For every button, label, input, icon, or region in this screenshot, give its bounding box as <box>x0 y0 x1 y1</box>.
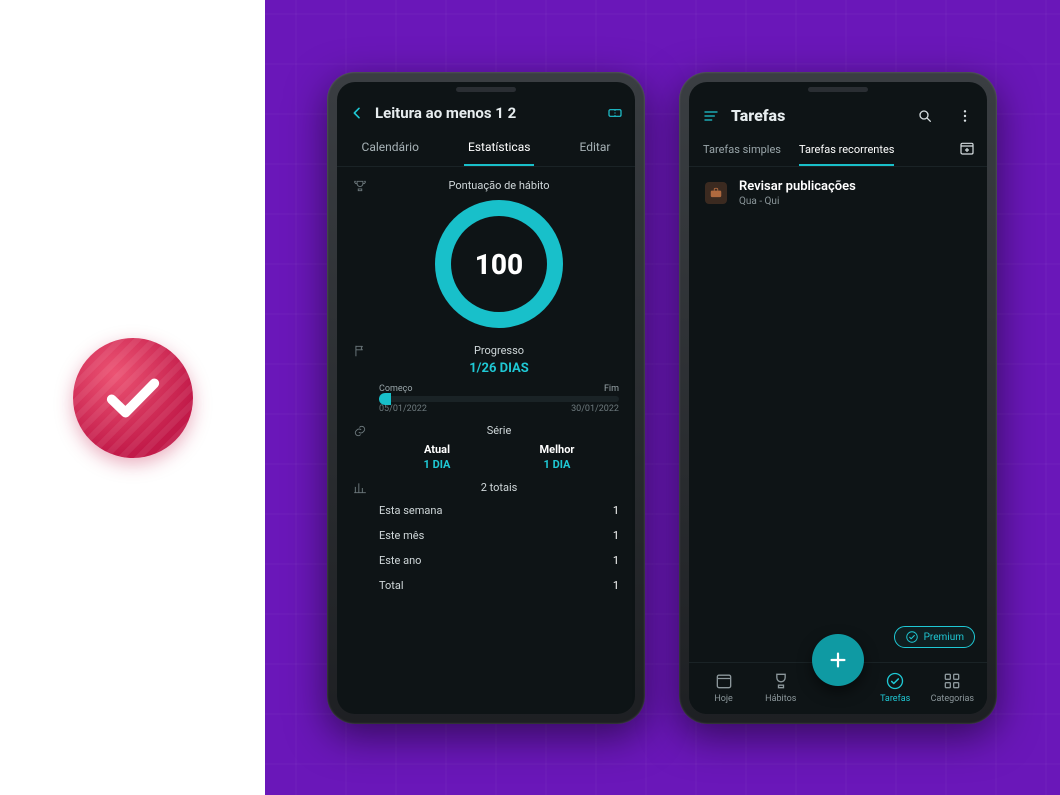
nav-label: Tarefas <box>880 694 910 704</box>
promo-left-panel <box>0 0 265 795</box>
briefcase-icon <box>705 182 727 204</box>
phone-earpiece <box>456 87 516 92</box>
nav-label: Hábitos <box>765 694 796 704</box>
nav-categories[interactable]: Categorias <box>924 671 981 704</box>
streak-label: Série <box>379 424 619 437</box>
more-icon[interactable] <box>957 108 973 124</box>
habit-header: Leitura ao menos 1 2 <box>337 98 635 130</box>
grid-icon <box>942 671 962 691</box>
habit-tabs: Calendário Estatísticas Editar <box>337 130 635 167</box>
totals-row-label: Este mês <box>379 529 424 542</box>
back-icon[interactable] <box>349 105 365 121</box>
task-item[interactable]: Revisar publicações Qua - Qui <box>689 167 987 219</box>
nav-habits[interactable]: Hábitos <box>752 671 809 704</box>
totals-row-label: Este ano <box>379 554 421 567</box>
totals-header: 2 totais <box>379 481 619 494</box>
bar-chart-icon <box>353 479 369 495</box>
totals-row-month: Este mês 1 <box>379 523 619 548</box>
promo-right-panel: Leitura ao menos 1 2 Calendário Estatíst… <box>265 0 1060 795</box>
score-ring: 100 <box>435 200 563 328</box>
streak-current: Atual 1 DIA <box>424 443 451 471</box>
streak-current-label: Atual <box>424 443 451 456</box>
streak-current-value: 1 DIA <box>424 458 451 471</box>
totals-list: Esta semana 1 Este mês 1 Este ano 1 <box>379 498 619 598</box>
tab-calendar[interactable]: Calendário <box>358 130 423 166</box>
totals-row-week: Esta semana 1 <box>379 498 619 523</box>
progress-label: Progresso <box>379 344 619 357</box>
plus-icon <box>827 649 849 671</box>
tab-recurring-tasks[interactable]: Tarefas recorrentes <box>799 133 894 166</box>
tasks-header: Tarefas <box>689 98 987 133</box>
nav-label: Categorias <box>931 694 974 704</box>
calendar-add-icon[interactable] <box>947 132 975 164</box>
progress-end-label: Fim <box>604 384 619 394</box>
totals-row-value: 1 <box>613 579 619 592</box>
totals-row-label: Esta semana <box>379 504 442 517</box>
progress-end-date: 30/01/2022 <box>571 404 619 414</box>
streak-best: Melhor 1 DIA <box>540 443 575 471</box>
nav-label: Hoje <box>714 694 732 704</box>
search-icon[interactable] <box>917 108 933 124</box>
tasks-title: Tarefas <box>731 106 785 125</box>
progress-thumb[interactable] <box>379 393 391 405</box>
menu-icon[interactable] <box>703 108 719 124</box>
habit-title: Leitura ao menos 1 2 <box>375 104 516 122</box>
streak-best-label: Melhor <box>540 443 575 456</box>
totals-row-value: 1 <box>613 554 619 567</box>
progress-days: 1/26 DIAS <box>379 361 619 376</box>
phone-mockup-statistics: Leitura ao menos 1 2 Calendário Estatíst… <box>327 72 645 724</box>
fab-add-button[interactable] <box>812 634 864 686</box>
task-subtitle: Qua - Qui <box>739 196 856 207</box>
check-icon <box>885 671 905 691</box>
tab-simple-tasks[interactable]: Tarefas simples <box>703 133 781 166</box>
premium-pill[interactable]: Premium <box>894 626 975 648</box>
phone-mockup-tasks: Tarefas Tarefas simples Tarefas recorren… <box>679 72 997 724</box>
app-logo <box>73 338 193 458</box>
trophy-icon <box>353 177 369 193</box>
checkmark-icon <box>101 366 165 430</box>
trophy-icon <box>771 671 791 691</box>
ticket-icon[interactable] <box>607 105 623 121</box>
premium-label: Premium <box>924 632 964 643</box>
progress-start-date: 05/01/2022 <box>379 404 427 414</box>
flag-icon <box>353 342 369 358</box>
nav-today[interactable]: Hoje <box>695 671 752 704</box>
totals-row-year: Este ano 1 <box>379 548 619 573</box>
progress-slider[interactable] <box>379 396 619 402</box>
totals-row-value: 1 <box>613 529 619 542</box>
today-icon <box>714 671 734 691</box>
tab-edit[interactable]: Editar <box>576 130 615 166</box>
task-title: Revisar publicações <box>739 179 856 194</box>
totals-row-value: 1 <box>613 504 619 517</box>
tab-statistics[interactable]: Estatísticas <box>464 130 534 166</box>
nav-tasks[interactable]: Tarefas <box>867 671 924 704</box>
streak-best-value: 1 DIA <box>540 458 575 471</box>
score-section-label: Pontuação de hábito <box>379 179 619 192</box>
totals-row-total: Total 1 <box>379 573 619 598</box>
score-value: 100 <box>475 248 523 281</box>
tasks-tabs: Tarefas simples Tarefas recorrentes <box>689 133 987 167</box>
link-icon <box>353 422 369 438</box>
statistics-body: Pontuação de hábito 100 <box>337 167 635 714</box>
check-circle-icon <box>905 630 919 644</box>
totals-row-label: Total <box>379 579 404 592</box>
